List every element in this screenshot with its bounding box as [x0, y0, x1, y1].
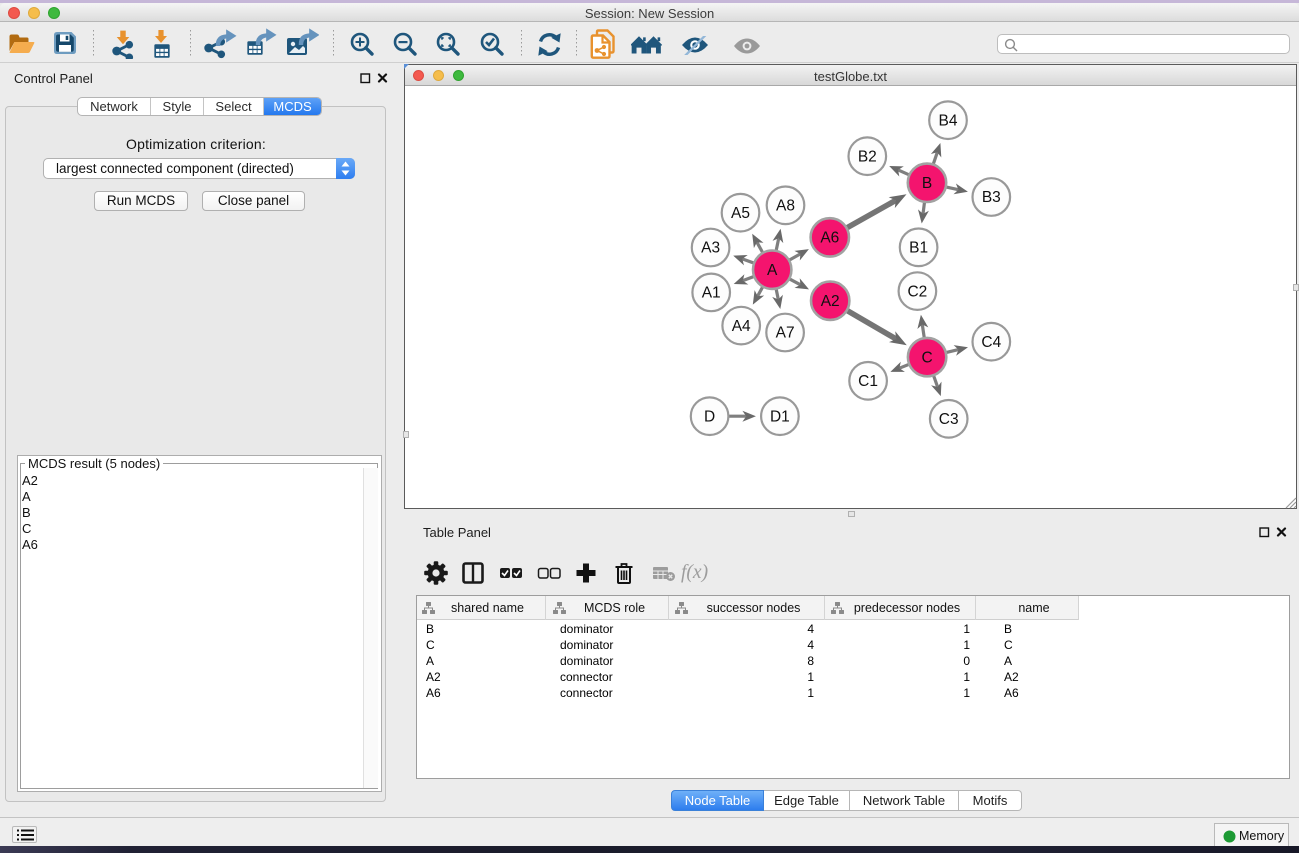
svg-text:A4: A4 — [732, 318, 751, 335]
svg-text:A6: A6 — [820, 230, 839, 247]
svg-text:D: D — [704, 408, 715, 425]
svg-text:C1: C1 — [858, 373, 878, 390]
svg-text:A7: A7 — [776, 325, 795, 342]
svg-text:A8: A8 — [776, 198, 795, 215]
svg-text:C2: C2 — [907, 283, 927, 300]
svg-text:A1: A1 — [702, 285, 721, 302]
svg-text:C3: C3 — [939, 411, 959, 428]
svg-text:A2: A2 — [821, 293, 840, 310]
svg-text:C: C — [921, 349, 932, 366]
svg-text:B3: B3 — [982, 189, 1001, 206]
svg-text:B1: B1 — [909, 240, 928, 257]
svg-text:C4: C4 — [981, 334, 1001, 351]
svg-text:B2: B2 — [858, 148, 877, 165]
svg-text:A5: A5 — [731, 205, 750, 222]
svg-text:A: A — [767, 262, 778, 279]
svg-text:B: B — [922, 175, 932, 192]
svg-text:D1: D1 — [770, 408, 790, 425]
svg-text:B4: B4 — [939, 112, 958, 129]
svg-text:A3: A3 — [701, 240, 720, 257]
